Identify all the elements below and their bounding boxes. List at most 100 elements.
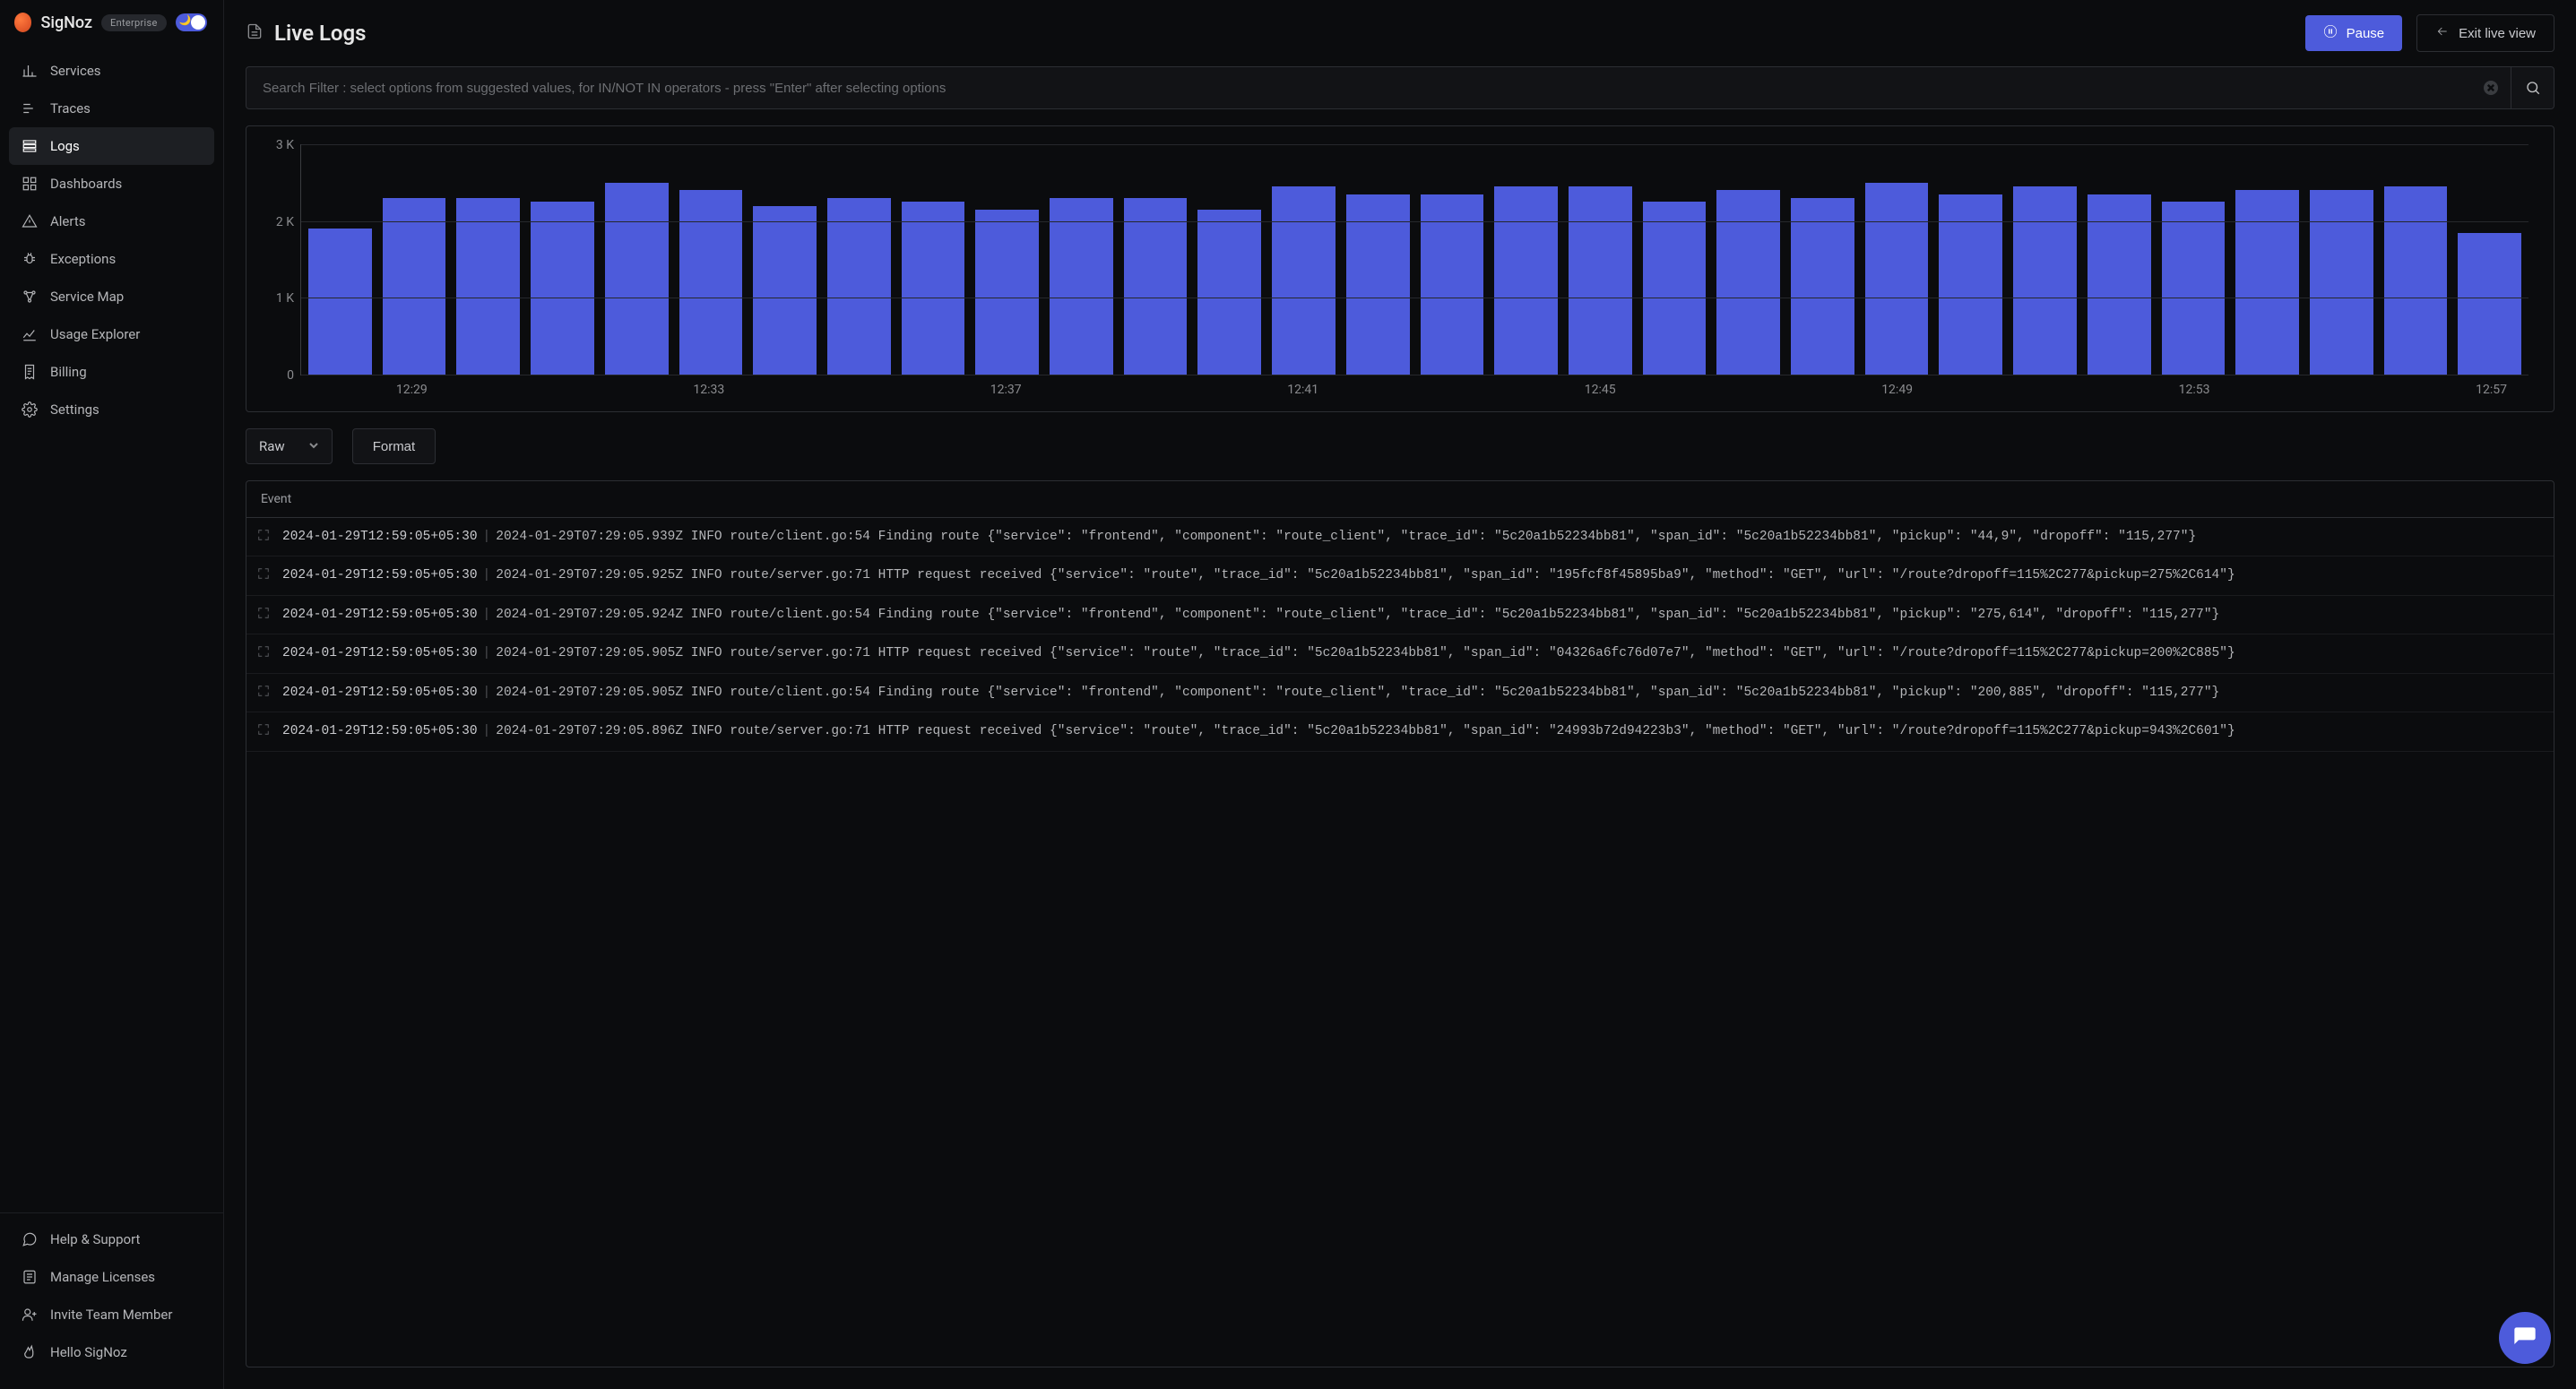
bar[interactable]: [827, 198, 891, 375]
main: Live Logs Pause Exit live view 01: [224, 0, 2576, 1389]
pause-button[interactable]: Pause: [2305, 15, 2403, 51]
sidebar-item-label: Hello SigNoz: [50, 1344, 127, 1360]
segments-icon: [22, 100, 38, 116]
sidebar-item-label: Invite Team Member: [50, 1307, 172, 1323]
bar[interactable]: [308, 229, 372, 375]
separator: |: [478, 724, 497, 738]
sidebar-item-label: Billing: [50, 364, 87, 380]
bar[interactable]: [1643, 202, 1707, 375]
separator: |: [478, 530, 497, 544]
bar[interactable]: [1569, 186, 1632, 375]
bar[interactable]: [1272, 186, 1336, 375]
license-icon: [22, 1269, 38, 1285]
bar[interactable]: [1124, 198, 1188, 375]
search-input[interactable]: [263, 81, 2475, 96]
sidebar-item-label: Dashboards: [50, 176, 122, 192]
sidebar-item-help-support[interactable]: Help & Support: [9, 1221, 214, 1258]
x-tick-label: 12:37: [990, 383, 1022, 397]
y-tick-label: 3 K: [276, 138, 294, 152]
sidebar-item-usage-explorer[interactable]: Usage Explorer: [9, 315, 214, 353]
bar[interactable]: [2310, 190, 2373, 375]
sidebar-item-label: Usage Explorer: [50, 326, 140, 342]
sidebar-item-exceptions[interactable]: Exceptions: [9, 240, 214, 278]
bar[interactable]: [2013, 186, 2077, 375]
expand-icon[interactable]: [257, 645, 270, 658]
topbar: Live Logs Pause Exit live view: [224, 0, 2576, 66]
bar[interactable]: [753, 206, 817, 375]
chart-area[interactable]: 01 K2 K3 K: [300, 144, 2528, 375]
log-body-text: 2024-01-29T07:29:05.924Z INFO route/clie…: [496, 608, 2219, 622]
bar[interactable]: [902, 202, 965, 375]
content: 01 K2 K3 K 12:2912:3312:3712:4112:4512:4…: [224, 66, 2576, 1389]
sidebar-item-traces[interactable]: Traces: [9, 90, 214, 127]
exit-button[interactable]: Exit live view: [2416, 14, 2554, 52]
sidebar-item-settings[interactable]: Settings: [9, 391, 214, 428]
bar[interactable]: [1050, 198, 1113, 375]
separator: |: [478, 608, 497, 622]
search-button[interactable]: [2511, 66, 2554, 109]
log-row[interactable]: 2024-01-29T12:59:05+05:30|2024-01-29T07:…: [246, 712, 2554, 751]
sidebar-item-label: Services: [50, 63, 101, 79]
log-row[interactable]: 2024-01-29T12:59:05+05:30|2024-01-29T07:…: [246, 596, 2554, 634]
expand-icon[interactable]: [257, 685, 270, 697]
chat-bubble-button[interactable]: [2499, 1312, 2551, 1364]
search-icon: [2525, 80, 2541, 96]
expand-icon[interactable]: [257, 529, 270, 541]
sidebar-item-invite-team-member[interactable]: Invite Team Member: [9, 1296, 214, 1333]
alert-icon: [22, 213, 38, 229]
bar[interactable]: [2384, 186, 2448, 375]
wave-icon: [22, 1344, 38, 1360]
display-mode-select[interactable]: Raw: [246, 428, 333, 464]
expand-icon[interactable]: [257, 607, 270, 619]
sidebar: SigNoz Enterprise ServicesTracesLogsDash…: [0, 0, 224, 1389]
sidebar-item-label: Exceptions: [50, 251, 116, 267]
sidebar-item-manage-licenses[interactable]: Manage Licenses: [9, 1258, 214, 1296]
bar[interactable]: [1865, 183, 1929, 375]
log-timestamp: 2024-01-29T12:59:05+05:30: [282, 646, 478, 660]
log-row[interactable]: 2024-01-29T12:59:05+05:30|2024-01-29T07:…: [246, 634, 2554, 673]
controls-row: Raw Format: [246, 428, 2554, 464]
sidebar-item-label: Settings: [50, 401, 99, 418]
pause-icon: [2323, 24, 2338, 42]
bar[interactable]: [975, 210, 1039, 375]
bar[interactable]: [1791, 198, 1854, 375]
gear-icon: [22, 401, 38, 418]
clear-icon[interactable]: [2484, 81, 2498, 95]
arrow-left-icon: [2435, 24, 2450, 42]
sidebar-item-service-map[interactable]: Service Map: [9, 278, 214, 315]
bar[interactable]: [2458, 233, 2521, 375]
tier-badge: Enterprise: [101, 14, 167, 31]
bar[interactable]: [605, 183, 669, 375]
log-row[interactable]: 2024-01-29T12:59:05+05:30|2024-01-29T07:…: [246, 518, 2554, 556]
sidebar-item-label: Service Map: [50, 289, 124, 305]
bar[interactable]: [456, 198, 520, 375]
bar[interactable]: [679, 190, 743, 375]
sidebar-item-billing[interactable]: Billing: [9, 353, 214, 391]
bar[interactable]: [1494, 186, 1558, 375]
user-plus-icon: [22, 1307, 38, 1323]
log-timestamp: 2024-01-29T12:59:05+05:30: [282, 686, 478, 700]
log-row[interactable]: 2024-01-29T12:59:05+05:30|2024-01-29T07:…: [246, 674, 2554, 712]
expand-icon[interactable]: [257, 567, 270, 580]
sidebar-item-dashboards[interactable]: Dashboards: [9, 165, 214, 203]
sidebar-item-alerts[interactable]: Alerts: [9, 203, 214, 240]
bar[interactable]: [1197, 210, 1261, 375]
sidebar-item-services[interactable]: Services: [9, 52, 214, 90]
log-timestamp: 2024-01-29T12:59:05+05:30: [282, 724, 478, 738]
sidebar-item-hello-signoz[interactable]: Hello SigNoz: [9, 1333, 214, 1371]
search-row: [246, 66, 2554, 109]
page-title: Live Logs: [274, 21, 367, 46]
expand-icon[interactable]: [257, 723, 270, 736]
bar[interactable]: [1716, 190, 1780, 375]
sidebar-item-logs[interactable]: Logs: [9, 127, 214, 165]
bar[interactable]: [2235, 190, 2299, 375]
theme-toggle[interactable]: [176, 13, 207, 31]
log-row[interactable]: 2024-01-29T12:59:05+05:30|2024-01-29T07:…: [246, 556, 2554, 595]
bar[interactable]: [2162, 202, 2226, 375]
format-button[interactable]: Format: [352, 428, 437, 464]
x-tick-label: 12:33: [693, 383, 724, 397]
bar[interactable]: [383, 198, 446, 375]
bar[interactable]: [531, 202, 594, 375]
table-body[interactable]: 2024-01-29T12:59:05+05:30|2024-01-29T07:…: [246, 518, 2554, 1367]
usage-icon: [22, 326, 38, 342]
